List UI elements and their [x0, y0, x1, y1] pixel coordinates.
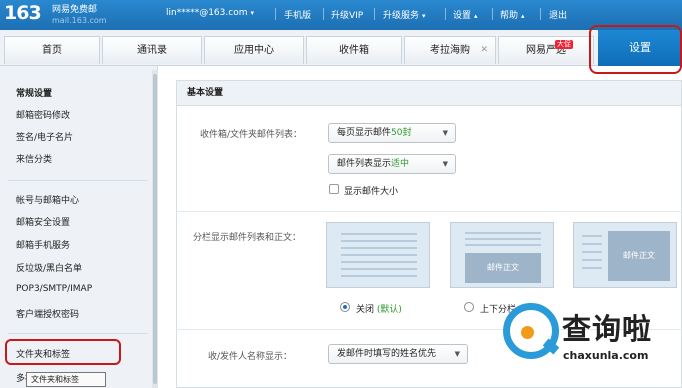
tab-app-center[interactable]: 应用中心: [204, 36, 304, 64]
tab-kaola[interactable]: 考拉海购 ✕: [404, 36, 496, 64]
split-view-label: 分栏显示邮件列表和正文：: [193, 233, 302, 243]
sidebar-scrollbar-thumb[interactable]: [153, 74, 157, 384]
tab-home[interactable]: 首页: [4, 36, 100, 64]
preview-line: [341, 233, 417, 235]
radio-default-note: (默认): [376, 305, 402, 315]
logo[interactable]: 163: [4, 2, 42, 24]
mobile-link[interactable]: 手机版: [284, 8, 311, 21]
list-density-select[interactable]: 邮件列表显示适中 ▼: [328, 154, 456, 174]
preview-left-right[interactable]: 邮件正文: [573, 222, 677, 288]
section-divider: [176, 211, 682, 212]
account-menu[interactable]: lin*****@163.com ▾: [166, 8, 254, 18]
chevron-down-icon: ▼: [442, 129, 448, 137]
preview-body-pane: 邮件正文: [465, 253, 541, 283]
preview-line: [341, 254, 417, 256]
preview-line: [465, 238, 541, 240]
sidebar-item-mobile-service[interactable]: 邮箱手机服务: [16, 238, 70, 251]
preview-line: [341, 240, 417, 242]
vip-link[interactable]: 升级VIP: [331, 8, 363, 21]
tooltip: 文件夹和标签: [26, 372, 106, 387]
settings-menu-label: 设置: [453, 11, 472, 21]
separator: [275, 8, 276, 20]
tab-inbox[interactable]: 收件箱: [306, 36, 402, 64]
sidebar-item-signature[interactable]: 签名/电子名片: [16, 130, 73, 143]
list-settings-label: 收件箱/文件夹邮件列表：: [200, 130, 303, 140]
settings-menu[interactable]: 设置 ▴: [453, 8, 478, 21]
chevron-down-icon: ▼: [442, 160, 448, 168]
sidebar-item-security[interactable]: 邮箱安全设置: [16, 215, 70, 228]
nav-tabs: 首页 通讯录 应用中心 收件箱 考拉海购 ✕ 网易严选 大促: [0, 30, 682, 66]
tab-kaola-label: 考拉海购: [430, 45, 470, 56]
sidebar-item-antispam[interactable]: 反垃圾/黑白名单: [16, 261, 82, 274]
preview-top-bottom[interactable]: 邮件正文: [450, 222, 554, 288]
top-bar: 163 网易免费邮 mail.163.com lin*****@163.com ▾…: [0, 0, 682, 30]
highlight-ring: [5, 339, 121, 365]
preview-line: [582, 243, 602, 245]
chevron-up-icon: ▴: [474, 12, 478, 20]
list-density-value: 适中: [391, 159, 410, 169]
radio-split-top-bottom[interactable]: [464, 302, 474, 312]
chevron-down-icon: ▾: [250, 9, 254, 17]
close-icon[interactable]: ✕: [480, 37, 488, 64]
sidebar-item-filters[interactable]: 来信分类: [16, 152, 52, 165]
sidebar-item-pop3[interactable]: POP3/SMTP/IMAP: [16, 284, 92, 294]
chevron-down-icon: ▾: [422, 12, 426, 20]
sidebar-item-password[interactable]: 邮箱密码修改: [16, 108, 70, 121]
sidebar-divider: [8, 333, 148, 334]
highlight-ring: [589, 25, 682, 74]
logout-link[interactable]: 退出: [549, 8, 567, 21]
separator: [445, 8, 446, 20]
preview-line: [341, 268, 417, 270]
radio-split-off-text: 关闭: [356, 305, 375, 315]
preview-line: [341, 247, 417, 249]
show-size-checkbox[interactable]: [329, 184, 339, 194]
help-label: 帮助: [500, 11, 519, 21]
upgrade-service-label: 升级服务: [383, 11, 420, 21]
radio-split-off[interactable]: [340, 302, 350, 312]
chevron-down-icon: ▼: [454, 350, 460, 358]
separator: [492, 8, 493, 20]
per-page-value: 50封: [391, 128, 412, 138]
sidebar-divider: [8, 180, 148, 181]
section-title: 基本设置: [176, 80, 682, 106]
upgrade-service-menu[interactable]: 升级服务 ▾: [383, 8, 426, 21]
tab-contacts[interactable]: 通讯录: [102, 36, 202, 64]
watermark-dot-icon: [521, 326, 534, 339]
logo-text: 网易免费邮: [52, 5, 98, 15]
preview-line: [582, 251, 602, 253]
sidebar-item-account-center[interactable]: 帐号与邮箱中心: [16, 193, 79, 206]
help-menu[interactable]: 帮助 ▴: [500, 8, 525, 21]
watermark-text: 查询啦: [562, 312, 653, 346]
sender-name-label: 收/发件人名称显示：: [208, 352, 293, 362]
preview-line: [465, 244, 541, 246]
promo-badge: 大促: [555, 40, 573, 49]
separator: [540, 8, 541, 20]
sender-name-value: 发邮件时填写的姓名优先: [337, 349, 437, 359]
sidebar-item-general[interactable]: 常规设置: [16, 86, 52, 99]
logo-sub: mail.163.com: [52, 16, 107, 25]
account-name: lin*****@163.com: [166, 8, 248, 18]
separator: [323, 8, 324, 20]
list-density-prefix: 邮件列表显示: [337, 159, 392, 169]
radio-split-off-label: 关闭 (默认): [356, 302, 402, 315]
watermark-url: chaxunla.com: [563, 349, 649, 362]
chevron-up-icon: ▴: [521, 12, 525, 20]
preview-body-pane: 邮件正文: [608, 231, 670, 281]
separator: [374, 8, 375, 20]
preview-line: [582, 267, 602, 269]
sidebar-item-client-password[interactable]: 客户端授权密码: [16, 307, 79, 320]
per-page-select[interactable]: 每页显示邮件50封 ▼: [328, 123, 456, 143]
preview-line: [341, 261, 417, 263]
preview-line: [341, 275, 417, 277]
show-size-label: 显示邮件大小: [344, 187, 399, 197]
per-page-prefix: 每页显示邮件: [337, 128, 392, 138]
tab-yanxuan[interactable]: 网易严选 大促: [498, 36, 594, 64]
preview-line: [582, 235, 602, 237]
preview-line: [582, 259, 602, 261]
preview-line: [465, 232, 541, 234]
preview-no-split[interactable]: [326, 222, 430, 288]
sender-name-select[interactable]: 发邮件时填写的姓名优先 ▼: [328, 344, 468, 364]
